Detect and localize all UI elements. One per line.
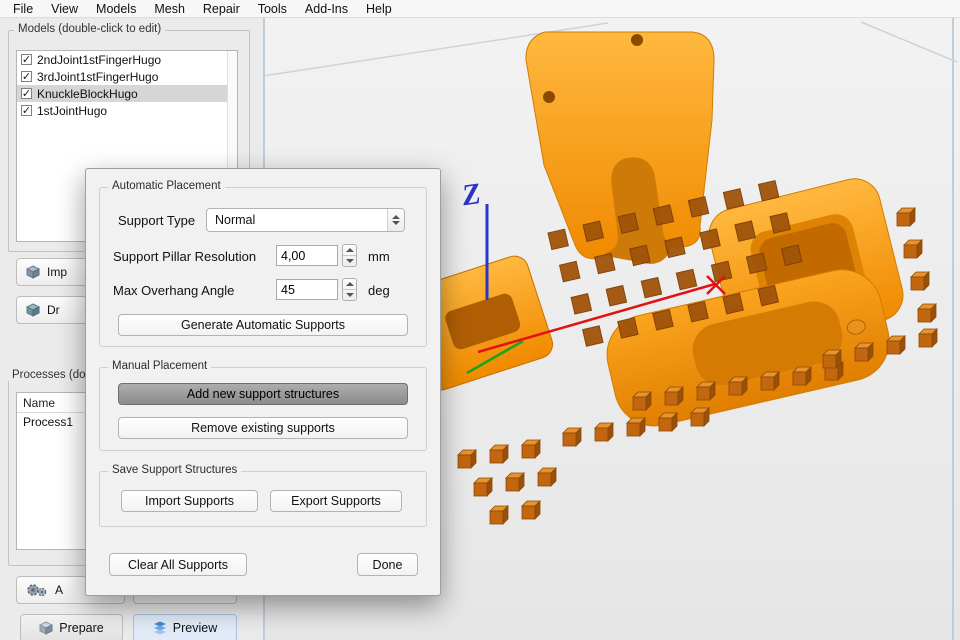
model-checkbox[interactable]: ✓ [21, 54, 32, 65]
support-type-select[interactable]: Normal [206, 208, 405, 232]
tab-prepare[interactable]: Prepare [20, 614, 123, 640]
drop-mesh-label: Dr [47, 303, 60, 317]
tab-preview[interactable]: Preview [133, 614, 237, 640]
model-label: 1stJointHugo [37, 103, 108, 118]
support-type-label: Support Type [118, 213, 196, 228]
app-window: File View Models Mesh Repair Tools Add-I… [0, 0, 960, 640]
gears-icon [25, 582, 49, 598]
automatic-placement-title: Automatic Placement [108, 180, 225, 192]
overhang-angle-stepper[interactable] [342, 278, 357, 301]
model-list-item[interactable]: ✓ 3rdJoint1stFingerHugo [17, 68, 237, 85]
stepper-up-icon[interactable] [345, 248, 354, 252]
overhang-angle-unit: deg [368, 283, 390, 298]
model-list-item[interactable]: ✓ 1stJointHugo [17, 102, 237, 119]
done-button[interactable]: Done [357, 553, 418, 576]
pillar-resolution-stepper[interactable] [342, 244, 357, 267]
export-supports-button[interactable]: Export Supports [270, 490, 402, 512]
clevis-hole [631, 34, 643, 46]
menu-help[interactable]: Help [357, 1, 401, 17]
pillar-resolution-input[interactable] [276, 245, 338, 266]
model-list-item-selected[interactable]: ✓ KnuckleBlockHugo [17, 85, 237, 102]
tab-prepare-label: Prepare [59, 621, 104, 635]
model-checkbox[interactable]: ✓ [21, 88, 32, 99]
models-group-title: Models (double-click to edit) [14, 23, 166, 35]
model-label: 3rdJoint1stFingerHugo [37, 69, 159, 84]
stepper-down-icon[interactable] [345, 259, 354, 263]
tab-preview-label: Preview [172, 621, 218, 635]
pillar-resolution-unit: mm [368, 249, 390, 264]
select-chevrons-icon[interactable] [387, 209, 404, 231]
model-checkbox[interactable]: ✓ [21, 71, 32, 82]
menu-view[interactable]: View [42, 1, 87, 17]
model-label: 2ndJoint1stFingerHugo [37, 52, 162, 67]
model-checkbox[interactable]: ✓ [21, 105, 32, 116]
support-generator-dialog: Automatic Placement Support Type Normal … [85, 168, 441, 596]
manual-placement-title: Manual Placement [108, 360, 212, 372]
stepper-down-icon[interactable] [345, 293, 354, 297]
add-supports-button[interactable]: Add new support structures [118, 383, 408, 405]
processes-group-title: Processes (do [8, 369, 90, 381]
import-supports-button[interactable]: Import Supports [121, 490, 258, 512]
import-mesh-icon [25, 264, 41, 280]
mesh-cube-icon [25, 302, 41, 318]
menu-mesh[interactable]: Mesh [145, 1, 194, 17]
model-label: KnuckleBlockHugo [37, 86, 138, 101]
cube-icon [39, 621, 54, 635]
remove-supports-button[interactable]: Remove existing supports [118, 417, 408, 439]
support-type-value: Normal [215, 213, 256, 227]
save-supports-title: Save Support Structures [108, 464, 242, 476]
model-list-item[interactable]: ✓ 2ndJoint1stFingerHugo [17, 51, 237, 68]
stepper-up-icon[interactable] [345, 282, 354, 286]
menu-repair[interactable]: Repair [194, 1, 249, 17]
layers-icon [153, 621, 167, 635]
menu-addins[interactable]: Add-Ins [296, 1, 357, 17]
menu-file[interactable]: File [4, 1, 42, 17]
menu-bar: File View Models Mesh Repair Tools Add-I… [0, 0, 960, 18]
pillar-resolution-label: Support Pillar Resolution [113, 249, 257, 264]
apply-process-label: A [55, 583, 64, 597]
menu-models[interactable]: Models [87, 1, 145, 17]
generate-supports-button[interactable]: Generate Automatic Supports [118, 314, 408, 336]
menu-tools[interactable]: Tools [249, 1, 296, 17]
clevis-hole [543, 91, 555, 103]
overhang-angle-label: Max Overhang Angle [113, 283, 235, 298]
import-mesh-label: Imp [47, 265, 68, 279]
overhang-angle-input[interactable] [276, 279, 338, 300]
clear-all-supports-button[interactable]: Clear All Supports [109, 553, 247, 576]
